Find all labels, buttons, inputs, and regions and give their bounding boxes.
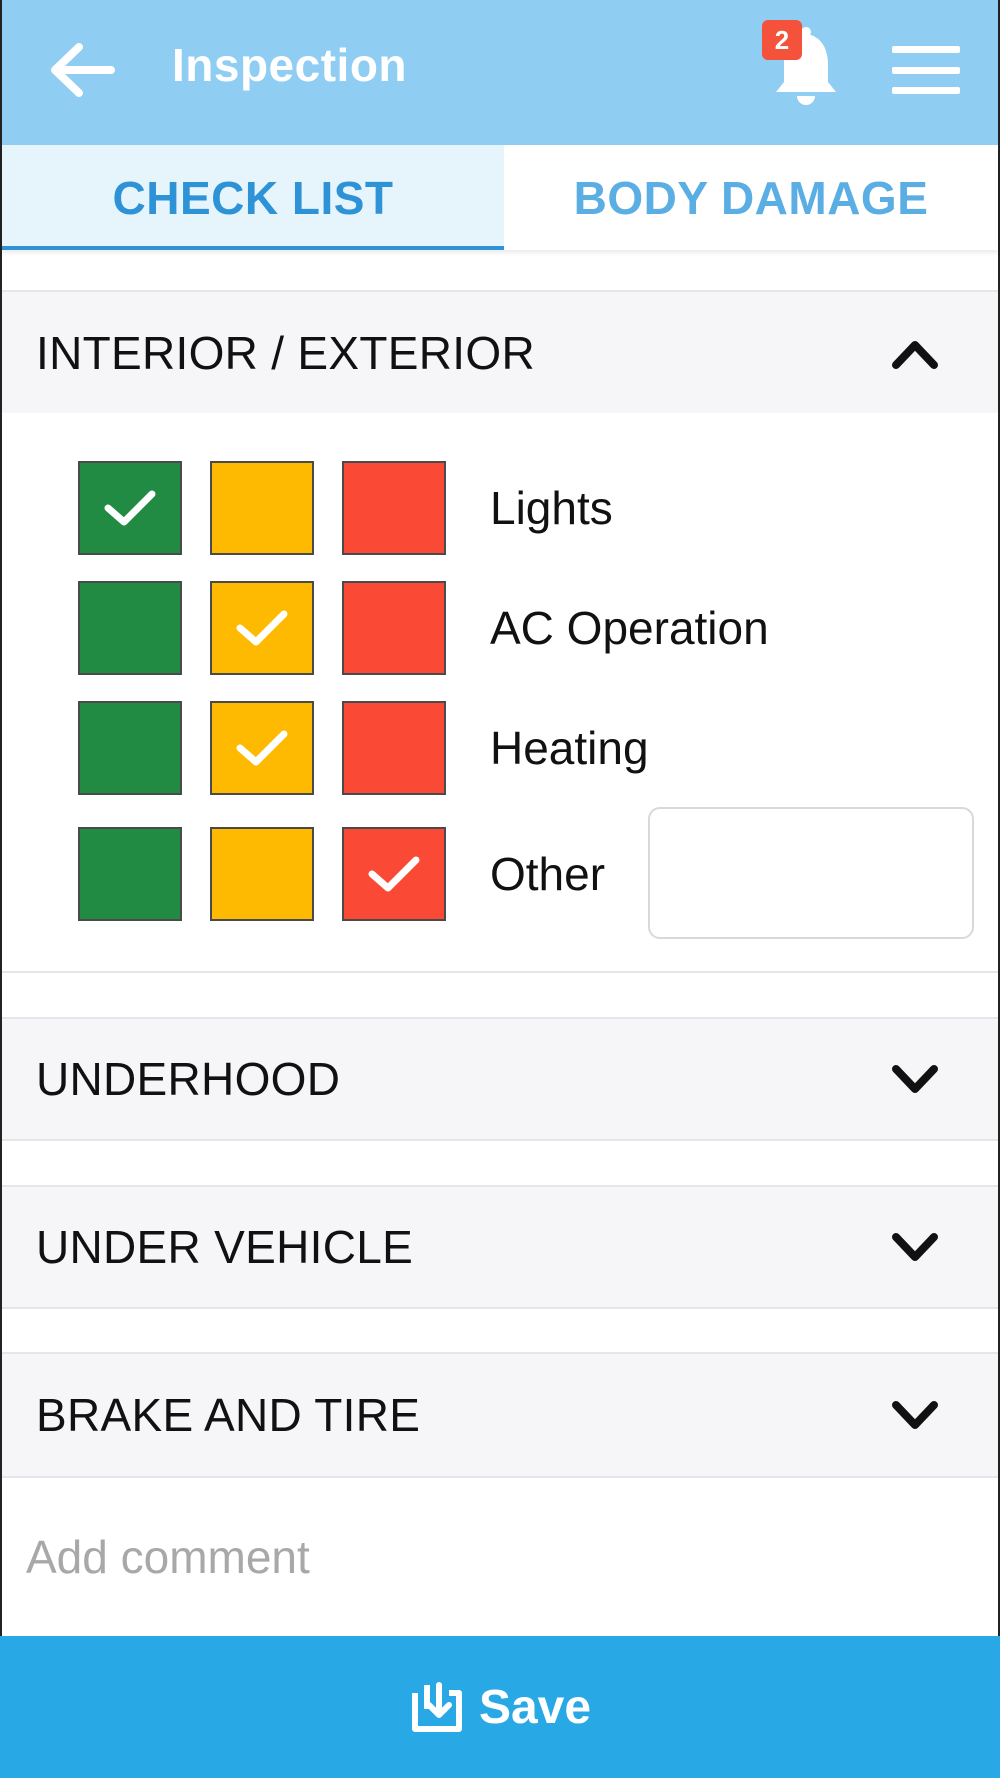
- back-button[interactable]: [42, 30, 122, 110]
- checklist-item-label: AC Operation: [490, 602, 769, 654]
- save-label: Save: [478, 1680, 592, 1734]
- checklist-item-label: Heating: [490, 722, 649, 774]
- chevron-down-icon: [892, 1401, 938, 1429]
- status-poor-checkbox[interactable]: [342, 701, 446, 795]
- chevron-down-icon: [892, 1065, 938, 1093]
- app-screen: Inspection 2 CHECK LIST BODY DAMAGE INTE…: [0, 0, 1000, 1778]
- notification-badge: 2: [762, 20, 802, 60]
- status-fair-checkbox[interactable]: [210, 461, 314, 555]
- status-fair-checkbox[interactable]: [210, 701, 314, 795]
- interior-exterior-panel: Lights AC Operation Heating Other: [2, 413, 998, 973]
- checklist-row-lights: Lights: [2, 461, 998, 557]
- checklist-row-ac-operation: AC Operation: [2, 581, 998, 677]
- page-title: Inspection: [172, 39, 408, 91]
- chevron-up-icon: [892, 340, 938, 369]
- section-interior-exterior[interactable]: INTERIOR / EXTERIOR: [2, 290, 998, 415]
- checkmark-icon: [236, 610, 288, 646]
- status-poor-checkbox[interactable]: [342, 581, 446, 675]
- checkmark-icon: [236, 730, 288, 766]
- save-download-icon: [411, 1682, 462, 1732]
- section-label: INTERIOR / EXTERIOR: [36, 326, 535, 379]
- chevron-down-icon: [892, 1233, 938, 1261]
- status-fair-checkbox[interactable]: [210, 827, 314, 921]
- other-text-input[interactable]: [648, 807, 974, 939]
- section-underhood[interactable]: UNDERHOOD: [2, 1017, 998, 1141]
- hamburger-menu-icon: [892, 46, 960, 53]
- checkmark-icon: [368, 856, 420, 892]
- section-brake-and-tire[interactable]: BRAKE AND TIRE: [2, 1352, 998, 1478]
- section-label: UNDER VEHICLE: [36, 1221, 414, 1273]
- status-poor-checkbox[interactable]: [342, 827, 446, 921]
- status-good-checkbox[interactable]: [78, 581, 182, 675]
- status-good-checkbox[interactable]: [78, 701, 182, 795]
- status-poor-checkbox[interactable]: [342, 461, 446, 555]
- checklist-row-heating: Heating: [2, 701, 998, 797]
- status-good-checkbox[interactable]: [78, 461, 182, 555]
- status-fair-checkbox[interactable]: [210, 581, 314, 675]
- menu-button[interactable]: [888, 40, 964, 100]
- app-header: Inspection 2: [2, 0, 998, 145]
- notifications-button[interactable]: 2: [762, 20, 842, 110]
- checkmark-icon: [104, 490, 156, 526]
- comment-input[interactable]: Add comment: [2, 1478, 998, 1636]
- checklist-item-label: Other: [490, 848, 606, 900]
- checklist-item-label: Lights: [490, 482, 613, 534]
- save-button[interactable]: Save: [0, 1636, 1000, 1778]
- status-good-checkbox[interactable]: [78, 827, 182, 921]
- checklist-row-other: Other: [2, 807, 998, 939]
- tab-body-damage[interactable]: BODY DAMAGE: [504, 145, 998, 250]
- section-under-vehicle[interactable]: UNDER VEHICLE: [2, 1185, 998, 1309]
- section-label: BRAKE AND TIRE: [36, 1389, 421, 1441]
- tab-bar: CHECK LIST BODY DAMAGE: [2, 145, 998, 250]
- arrow-left-icon: [51, 43, 115, 97]
- section-label: UNDERHOOD: [36, 1053, 341, 1105]
- tab-check-list[interactable]: CHECK LIST: [2, 145, 504, 250]
